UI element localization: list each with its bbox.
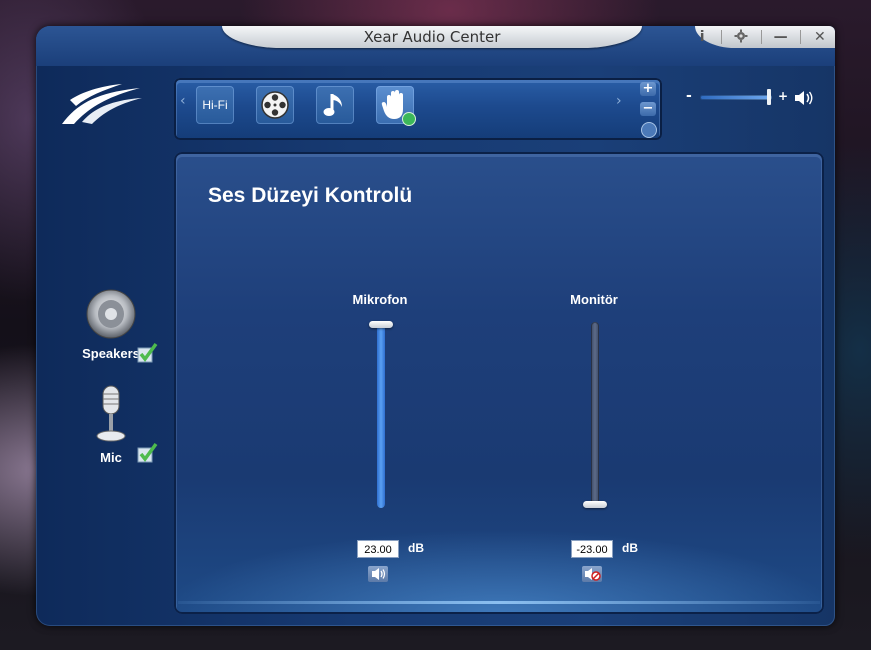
microphone-icon: [96, 385, 126, 442]
monitor-db-unit: dB: [622, 541, 638, 555]
speaker-on-icon: [372, 568, 386, 580]
active-check-icon: [402, 112, 416, 126]
volume-control-panel: Ses Düzeyi Kontrolü Mikrofon 23.00 dB Mo…: [174, 152, 824, 614]
page-title: Ses Düzeyi Kontrolü: [208, 184, 413, 207]
mikrofon-mute-button[interactable]: [368, 566, 388, 582]
speaker-icon: [86, 289, 136, 339]
master-volume-plus: +: [778, 89, 789, 103]
window-controls: i — ✕: [695, 26, 835, 48]
remove-preset-button[interactable]: −: [640, 102, 656, 116]
close-button[interactable]: ✕: [813, 29, 827, 45]
minimize-button[interactable]: —: [773, 29, 788, 45]
channel-mikrofon: Mikrofon 23.00 dB: [320, 292, 440, 592]
mikrofon-volume-slider[interactable]: [377, 322, 385, 508]
refresh-icon[interactable]: [641, 122, 657, 138]
toolbar-scroll-right-icon[interactable]: ›: [616, 94, 626, 108]
mikrofon-slider-thumb[interactable]: [369, 321, 393, 328]
monitor-volume-slider[interactable]: [591, 322, 599, 508]
speakers-enabled-check-icon[interactable]: [136, 342, 158, 364]
effects-toolbar: ‹ Hi-Fi › + −: [174, 78, 662, 140]
gear-icon: [734, 29, 748, 43]
claw-logo-icon: [62, 84, 142, 124]
master-volume-thumb[interactable]: [767, 89, 772, 105]
channel-monitor: Monitör -23.00 dB: [534, 292, 654, 592]
master-volume-slider[interactable]: [700, 95, 772, 100]
master-speaker-icon[interactable]: [794, 90, 814, 106]
master-volume-minus: -: [686, 88, 692, 104]
preset-hifi[interactable]: Hi-Fi: [196, 86, 234, 124]
preset-hifi-label: Hi-Fi: [202, 98, 228, 112]
monitor-mute-button[interactable]: [582, 566, 602, 582]
xear-audio-window: Xear Audio Center i — ✕ ‹ Hi-Fi › + − - …: [36, 26, 835, 626]
mikrofon-db-input[interactable]: 23.00: [357, 540, 399, 558]
settings-button[interactable]: [734, 29, 748, 45]
mic-enabled-check-icon[interactable]: [136, 442, 158, 464]
monitor-db-input[interactable]: -23.00: [571, 540, 613, 558]
master-volume: - +: [686, 88, 816, 108]
preset-gaming[interactable]: [376, 86, 416, 126]
mikrofon-db-unit: dB: [408, 541, 424, 555]
separator: [799, 30, 801, 44]
separator: [760, 30, 762, 44]
channel-monitor-label: Monitör: [570, 292, 618, 307]
separator: [721, 30, 723, 44]
music-note-icon: [323, 94, 342, 116]
preset-music[interactable]: [316, 86, 354, 124]
window-title: Xear Audio Center: [222, 26, 642, 48]
toolbar-scroll-left-icon[interactable]: ‹: [180, 94, 190, 108]
mikrofon-slider-fill: [377, 322, 385, 508]
monitor-slider-thumb[interactable]: [583, 501, 607, 508]
film-reel-icon: [261, 91, 289, 119]
preset-movie[interactable]: [256, 86, 294, 124]
speaker-muted-icon: [585, 568, 601, 581]
channel-mikrofon-label: Mikrofon: [352, 292, 408, 307]
panel-divider: [178, 601, 820, 604]
info-button[interactable]: i: [695, 29, 709, 45]
add-preset-button[interactable]: +: [640, 82, 656, 96]
